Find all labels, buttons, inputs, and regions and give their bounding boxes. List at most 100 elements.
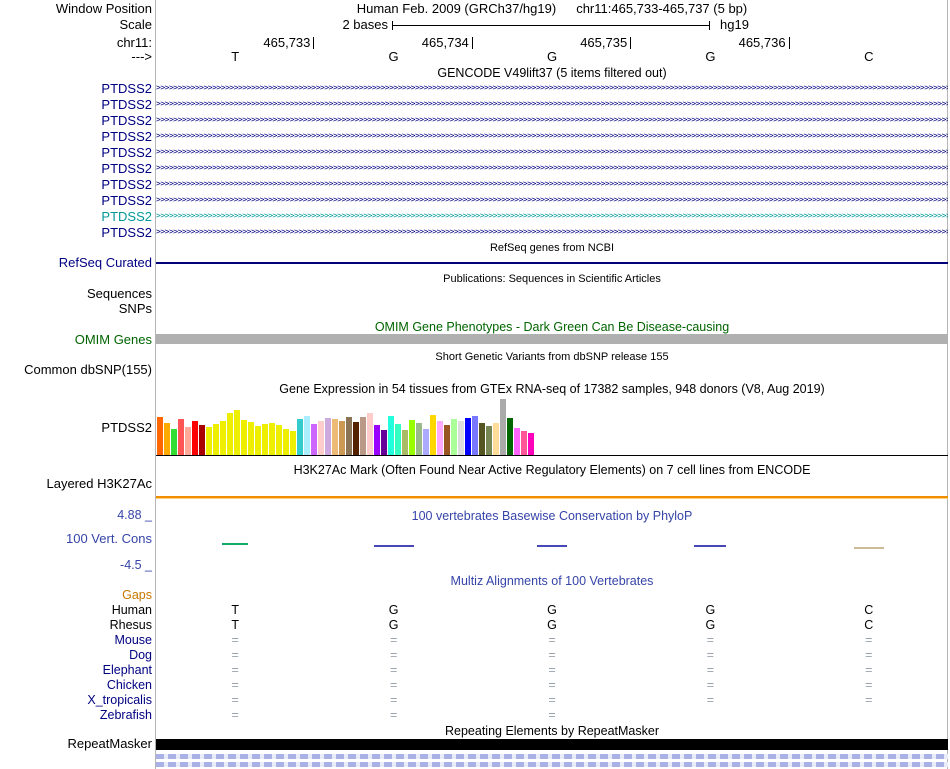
gencode-transcript-row[interactable]: >>>>>>>>>>>>>>>>>>>>>>>>>>>>>>>>>>>>>>>>… <box>156 224 948 240</box>
gencode-transcript-row[interactable]: >>>>>>>>>>>>>>>>>>>>>>>>>>>>>>>>>>>>>>>>… <box>156 128 948 144</box>
multiz-species-label[interactable]: Dog <box>129 648 152 663</box>
multiz-species-label[interactable]: Elephant <box>103 663 152 678</box>
sequences-label[interactable]: Sequences <box>87 287 152 301</box>
gtex-bar <box>255 426 261 455</box>
gtex-bar <box>276 425 282 455</box>
refseq-curated-track[interactable] <box>156 262 948 264</box>
omim-genes-track[interactable] <box>156 334 948 344</box>
multiz-base: = <box>865 693 873 707</box>
gtex-bar <box>444 425 450 455</box>
gtex-bar <box>353 422 359 455</box>
snps-label[interactable]: SNPs <box>119 302 152 316</box>
gtex-bar <box>269 423 275 455</box>
phylop-min-label: -4.5 _ <box>120 558 152 572</box>
gtex-bar <box>199 425 205 455</box>
gencode-track-label[interactable]: PTDSS2 <box>101 129 152 145</box>
assembly-title: Human Feb. 2009 (GRCh37/hg19) <box>356 1 557 16</box>
range-title: chr11:465,733-465,737 (5 bp) <box>576 1 748 16</box>
multiz-species-label[interactable]: Zebrafish <box>100 708 152 723</box>
gencode-track-label[interactable]: PTDSS2 <box>101 161 152 177</box>
gencode-track-label[interactable]: PTDSS2 <box>101 209 152 225</box>
refseq-curated-label[interactable]: RefSeq Curated <box>59 256 152 270</box>
multiz-base: = <box>865 678 873 692</box>
contig-stripe-top <box>156 754 948 759</box>
assembly-short-label: hg19 <box>720 17 749 32</box>
coordinate-label: 465,735 <box>580 35 628 50</box>
multiz-base: = <box>865 648 873 662</box>
multiz-species-label[interactable]: Chicken <box>107 678 152 693</box>
gencode-transcript-row[interactable]: >>>>>>>>>>>>>>>>>>>>>>>>>>>>>>>>>>>>>>>>… <box>156 96 948 112</box>
gtex-bar <box>493 423 499 455</box>
multiz-base: = <box>548 693 556 707</box>
base-letter: C <box>864 49 874 64</box>
chromosome-label: chr11: <box>116 35 152 50</box>
common-dbsnp-label[interactable]: Common dbSNP(155) <box>24 363 152 377</box>
gencode-track-label[interactable]: PTDSS2 <box>101 97 152 113</box>
gtex-bar <box>171 429 177 455</box>
gtex-bar <box>304 416 310 455</box>
gtex-bar <box>206 427 212 455</box>
coordinate-label: 465,736 <box>738 35 786 50</box>
multiz-base: = <box>389 648 398 662</box>
multiz-base: = <box>865 633 873 647</box>
gencode-transcript-row[interactable]: >>>>>>>>>>>>>>>>>>>>>>>>>>>>>>>>>>>>>>>>… <box>156 144 948 160</box>
gencode-transcript-row[interactable]: >>>>>>>>>>>>>>>>>>>>>>>>>>>>>>>>>>>>>>>>… <box>156 80 948 96</box>
multiz-base: = <box>706 663 715 677</box>
h3k27ac-label[interactable]: Layered H3K27Ac <box>46 477 152 491</box>
gencode-track-label[interactable]: PTDSS2 <box>101 193 152 209</box>
gencode-transcript-row[interactable]: >>>>>>>>>>>>>>>>>>>>>>>>>>>>>>>>>>>>>>>>… <box>156 176 948 192</box>
gtex-bar <box>192 421 198 455</box>
gencode-transcript-row[interactable]: >>>>>>>>>>>>>>>>>>>>>>>>>>>>>>>>>>>>>>>>… <box>156 192 948 208</box>
dbsnp-title: Short Genetic Variants from dbSNP releas… <box>435 351 669 363</box>
gtex-bar <box>528 433 534 455</box>
strand-arrow-label: ---> <box>131 49 152 64</box>
multiz-base: C <box>864 603 874 617</box>
scale-bar-right-tick <box>709 21 710 30</box>
gtex-bar <box>486 426 492 455</box>
gtex-bar <box>388 416 394 455</box>
gtex-bar <box>367 413 373 455</box>
gencode-transcript-row[interactable]: >>>>>>>>>>>>>>>>>>>>>>>>>>>>>>>>>>>>>>>>… <box>156 160 948 176</box>
scale-bar-left-tick <box>392 21 393 30</box>
multiz-base: T <box>231 603 239 617</box>
multiz-base: = <box>706 678 715 692</box>
scale-bar <box>392 25 710 26</box>
repeatmasker-track[interactable] <box>156 739 948 750</box>
gencode-track-label[interactable]: PTDSS2 <box>101 225 152 241</box>
multiz-base: = <box>706 648 715 662</box>
multiz-species-label[interactable]: X_tropicalis <box>87 693 152 708</box>
multiz-base: = <box>389 663 398 677</box>
multiz-base: = <box>548 663 556 677</box>
gtex-bar <box>241 420 247 455</box>
multiz-species-label[interactable]: Rhesus <box>110 618 152 633</box>
multiz-base: = <box>389 633 398 647</box>
gtex-bar <box>318 421 324 455</box>
repeatmasker-label[interactable]: RepeatMasker <box>67 737 152 751</box>
gencode-track-label[interactable]: PTDSS2 <box>101 113 152 129</box>
omim-genes-label[interactable]: OMIM Genes <box>75 333 152 347</box>
gtex-bar <box>332 419 338 455</box>
multiz-base: = <box>865 663 873 677</box>
base-letter: G <box>388 49 399 64</box>
multiz-base: G <box>705 618 716 632</box>
gencode-track-label[interactable]: PTDSS2 <box>101 81 152 97</box>
phylop-mark <box>222 543 249 545</box>
gencode-transcript-row[interactable]: >>>>>>>>>>>>>>>>>>>>>>>>>>>>>>>>>>>>>>>>… <box>156 208 948 224</box>
phylop-track-label[interactable]: 100 Vert. Cons <box>66 532 152 546</box>
gtex-bar <box>185 427 191 455</box>
multiz-base: = <box>389 708 398 722</box>
multiz-species-label[interactable]: Human <box>112 603 152 618</box>
gencode-transcript-row[interactable]: >>>>>>>>>>>>>>>>>>>>>>>>>>>>>>>>>>>>>>>>… <box>156 112 948 128</box>
gtex-bar <box>521 431 527 455</box>
phylop-title: 100 vertebrates Basewise Conservation by… <box>411 509 693 523</box>
gencode-track-label[interactable]: PTDSS2 <box>101 145 152 161</box>
gtex-gene-label[interactable]: PTDSS2 <box>101 421 152 435</box>
gencode-track-label[interactable]: PTDSS2 <box>101 177 152 193</box>
gtex-bar <box>311 424 317 455</box>
multiz-base: = <box>548 678 556 692</box>
multiz-species-label[interactable]: Mouse <box>114 633 152 648</box>
gtex-bar-chart[interactable] <box>157 399 537 455</box>
refseq-title: RefSeq genes from NCBI <box>489 242 615 254</box>
multiz-base: = <box>231 708 239 722</box>
multiz-species-label[interactable]: Gaps <box>122 588 152 603</box>
